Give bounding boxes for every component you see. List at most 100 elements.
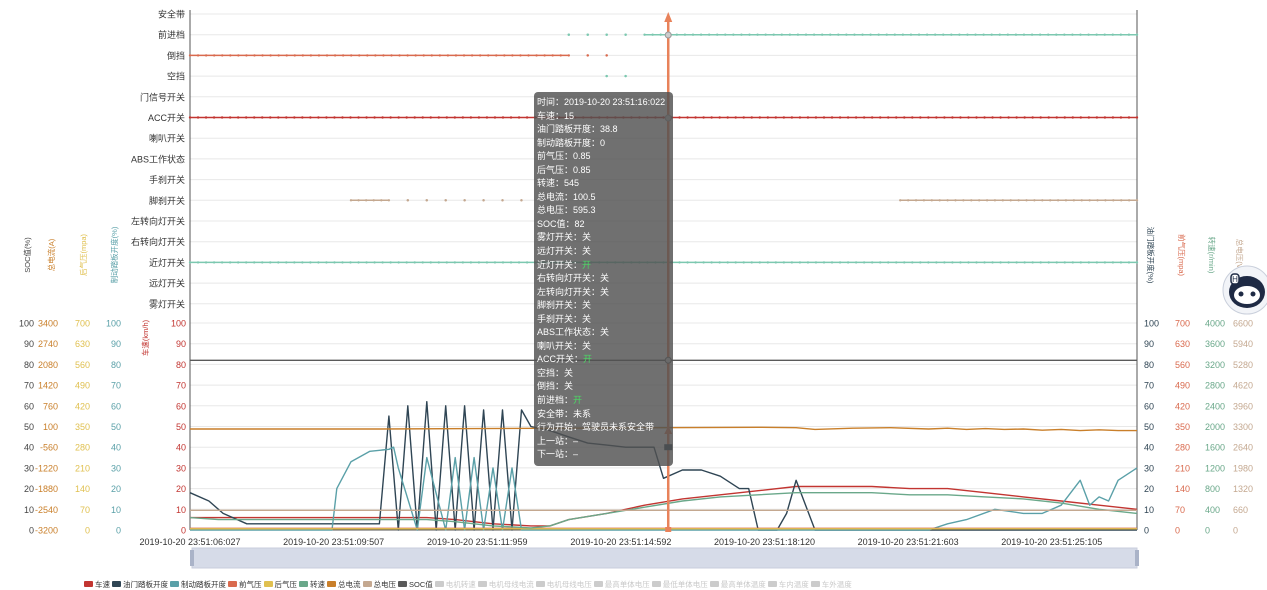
tooltip-line-text: ACC开关： <box>537 354 584 365</box>
switch-point <box>237 54 240 57</box>
zoom-slider-right-handle[interactable] <box>1135 550 1139 566</box>
switch-point <box>469 261 473 264</box>
axis-tick-label: 90 <box>176 339 186 349</box>
switch-point <box>325 261 328 264</box>
switch-point <box>798 261 802 264</box>
axis-tick-label: 4000 <box>1205 319 1225 329</box>
switch-point <box>349 116 352 119</box>
legend-item[interactable]: 最高单体电压 <box>593 579 650 590</box>
switch-point <box>357 116 360 119</box>
switch-point <box>277 116 280 119</box>
right-value-axis: 0 70 140 210 280 350 420 490 560 630 700 前气压(mpa) <box>1175 234 1190 536</box>
legend-item[interactable]: 前气压 <box>228 579 262 590</box>
switch-point <box>1023 261 1026 264</box>
axis-tick-label: 400 <box>1205 505 1220 515</box>
switch-point <box>317 54 321 57</box>
left-value-axis: -3200 -2540 -1880 -1220 -560 100 760 1420 2080 27… <box>35 238 58 535</box>
switch-point <box>991 261 994 264</box>
switch-point <box>829 33 832 36</box>
legend-swatch <box>112 581 121 587</box>
switch-category-label: 倒挡 <box>167 50 185 61</box>
legend-item[interactable]: 油门踏板开度 <box>112 579 168 590</box>
axis-tick-label: 50 <box>111 422 121 432</box>
switch-point <box>212 261 216 264</box>
switch-point <box>1095 33 1098 36</box>
legend-item[interactable]: 转速 <box>299 579 325 590</box>
axis-tick-label: 1980 <box>1233 463 1253 473</box>
legend-item[interactable]: 总电压 <box>362 579 397 590</box>
switch-point <box>846 116 850 119</box>
axis-tick-label: 50 <box>24 422 34 432</box>
switch-point <box>1071 33 1074 36</box>
legend-item[interactable]: 后气压 <box>263 579 297 590</box>
switch-point <box>1014 33 1018 36</box>
axis-tick-label: 3600 <box>1205 339 1225 349</box>
switch-point <box>204 261 208 264</box>
switch-point <box>1103 116 1107 119</box>
switch-point <box>461 116 465 119</box>
switch-point <box>567 54 570 57</box>
switch-point <box>659 33 662 36</box>
switch-point <box>983 261 986 264</box>
switch-point <box>212 54 216 57</box>
switch-point <box>970 199 973 202</box>
legend-item[interactable]: 车外温度 <box>810 579 852 590</box>
legend-item[interactable]: SOC值 <box>398 579 433 590</box>
tooltip-line-text: 转速：545 <box>537 178 580 189</box>
switch-point <box>734 116 737 119</box>
legend-swatch <box>327 581 336 587</box>
switch-point <box>1080 199 1083 202</box>
axis-tick-label: 0 <box>116 526 121 536</box>
legend-item[interactable]: 电机母线电流 <box>477 579 534 590</box>
axis-tick-label: 10 <box>111 505 121 515</box>
legend-swatch <box>709 581 719 587</box>
switch-point <box>1039 116 1042 119</box>
switch-point <box>1120 199 1123 202</box>
axis-tick-label: 800 <box>1205 484 1220 494</box>
axis-tick-label: 100 <box>171 319 186 329</box>
switch-point <box>1127 116 1131 119</box>
axis-tick-label: 10 <box>24 505 34 515</box>
axis-tick-label: 5940 <box>1233 339 1253 349</box>
legend-item[interactable]: 最高单体温度 <box>709 579 766 590</box>
axis-tick-label: 700 <box>1175 319 1190 329</box>
tooltip-line: 转速：545 <box>537 177 670 191</box>
legend-item[interactable]: 制动踏板开度 <box>170 579 226 590</box>
switch-point <box>261 261 264 264</box>
switch-point <box>1103 33 1106 36</box>
left-value-axis: 0 10 20 30 40 50 60 70 80 90 100 SOC值(%) <box>19 237 34 536</box>
x-tick-label: 2019-10-20 23:51:11:959 <box>427 537 527 547</box>
legend-item[interactable]: 电机母线电压 <box>535 579 592 590</box>
tooltip-line: 手刹开关：关 <box>537 313 670 327</box>
switch-point <box>758 116 762 119</box>
tooltip-line: 安全带：未系 <box>537 408 670 422</box>
axis-tick-label: 50 <box>1144 422 1154 432</box>
switch-point <box>253 116 256 119</box>
switch-point <box>1119 261 1123 264</box>
switch-point <box>1111 116 1115 119</box>
switch-point <box>686 261 689 264</box>
switch-point <box>1007 116 1010 119</box>
legend-item[interactable]: 总电流 <box>327 579 361 590</box>
legend-item[interactable]: 车速 <box>84 579 110 590</box>
switch-point <box>977 199 981 202</box>
tooltip-line-text: 车速：15 <box>537 110 575 121</box>
switch-point <box>691 33 695 36</box>
switch-point <box>535 54 538 57</box>
robot-assistant-icon[interactable]: H <box>1222 262 1267 318</box>
switch-point <box>1095 261 1099 264</box>
switch-point <box>349 54 353 57</box>
legend-item[interactable]: 最低单体电压 <box>651 579 708 590</box>
legend-item[interactable]: 车内温度 <box>767 579 809 590</box>
switch-point <box>605 33 608 36</box>
axis-tick-label: 1420 <box>38 381 58 391</box>
axis-tick-label: 1600 <box>1205 443 1225 453</box>
tooltip-line-text: 前气压：0.85 <box>537 151 591 162</box>
axis-tick-label: 0 <box>1233 526 1238 536</box>
legend-item[interactable]: 电机转速 <box>434 579 476 590</box>
legend-label: 总电压 <box>373 579 397 589</box>
switch-point <box>293 261 296 264</box>
switch-point <box>446 54 450 57</box>
zoom-slider-left-handle[interactable] <box>190 550 194 566</box>
axis-tick-label: 5280 <box>1233 360 1253 370</box>
